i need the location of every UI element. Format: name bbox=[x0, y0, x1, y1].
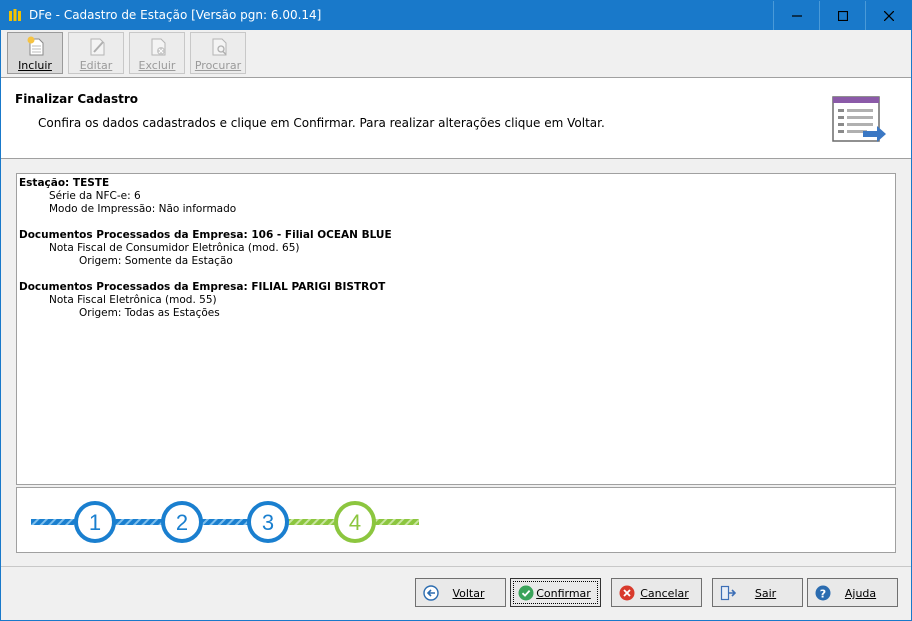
procurar-button[interactable]: Procurar bbox=[190, 32, 246, 74]
confirmar-button[interactable]: Confirmar bbox=[510, 578, 601, 607]
incluir-label: Incluir bbox=[18, 59, 52, 72]
company-2-origin: Origem: Todas as Estações bbox=[79, 307, 220, 319]
registration-summary: Estação: TESTE Série da NFC-e: 6 Modo de… bbox=[16, 173, 896, 485]
incluir-button[interactable]: Incluir bbox=[7, 32, 63, 74]
editar-label: Editar bbox=[79, 59, 113, 72]
step-1-label: 1 bbox=[89, 510, 101, 535]
wizard-steps: 1 2 3 4 bbox=[16, 487, 896, 553]
maximize-button[interactable] bbox=[819, 1, 866, 30]
close-icon bbox=[884, 10, 894, 21]
cancelar-button[interactable]: Cancelar bbox=[611, 578, 702, 607]
wizard-header: Finalizar Cadastro Confira os dados cada… bbox=[1, 78, 911, 159]
station-name: Estação: TESTE bbox=[19, 177, 110, 189]
company-1-document: Nota Fiscal de Consumidor Eletrônica (mo… bbox=[49, 242, 300, 254]
company-2-heading: Documentos Processados da Empresa: FILIA… bbox=[19, 281, 386, 293]
ajuda-label: Ajuda bbox=[844, 587, 877, 600]
ajuda-button[interactable]: ? Ajuda bbox=[807, 578, 898, 607]
company-1-origin: Origem: Somente da Estação bbox=[79, 255, 233, 267]
search-icon bbox=[212, 38, 227, 56]
step-3: 3 bbox=[247, 501, 289, 543]
delete-document-icon bbox=[151, 38, 166, 56]
company-1-heading: Documentos Processados da Empresa: 106 -… bbox=[19, 229, 392, 241]
voltar-label: Voltar bbox=[452, 587, 485, 600]
confirmar-label: Confirmar bbox=[536, 587, 591, 600]
maximize-icon bbox=[838, 10, 848, 21]
footer-divider bbox=[1, 566, 911, 567]
close-button[interactable] bbox=[865, 1, 911, 30]
step-4-label: 4 bbox=[349, 510, 361, 535]
excluir-button[interactable]: Excluir bbox=[129, 32, 185, 74]
voltar-button[interactable]: Voltar bbox=[415, 578, 506, 607]
procurar-label: Procurar bbox=[194, 59, 242, 72]
title-bar[interactable]: DFe - Cadastro de Estação [Versão pgn: 6… bbox=[1, 1, 911, 30]
step-3-label: 3 bbox=[262, 510, 274, 535]
sair-label: Sair bbox=[754, 587, 777, 600]
form-checklist-icon bbox=[832, 96, 886, 142]
step-2: 2 bbox=[161, 501, 203, 543]
minimize-icon bbox=[792, 14, 802, 17]
toolbar: Incluir Editar Excluir Procurar bbox=[1, 30, 911, 78]
step-4: 4 bbox=[334, 501, 376, 543]
page-description: Confira os dados cadastrados e clique em… bbox=[38, 116, 605, 130]
company-2-document: Nota Fiscal Eletrônica (mod. 55) bbox=[49, 294, 217, 306]
step-progress: 1 2 3 4 bbox=[31, 501, 419, 543]
step-2-label: 2 bbox=[176, 510, 188, 535]
print-mode: Modo de Impressão: Não informado bbox=[49, 203, 237, 215]
edit-icon bbox=[90, 38, 105, 56]
editar-button[interactable]: Editar bbox=[68, 32, 124, 74]
app-logo-icon bbox=[9, 9, 21, 21]
step-1: 1 bbox=[74, 501, 116, 543]
app-window: DFe - Cadastro de Estação [Versão pgn: 6… bbox=[0, 0, 912, 621]
excluir-label: Excluir bbox=[138, 59, 176, 72]
cancelar-label: Cancelar bbox=[640, 587, 689, 600]
page-title: Finalizar Cadastro bbox=[15, 92, 138, 106]
new-document-icon bbox=[27, 36, 44, 56]
sair-button[interactable]: Sair bbox=[712, 578, 803, 607]
window-title: DFe - Cadastro de Estação [Versão pgn: 6… bbox=[29, 8, 322, 22]
minimize-button[interactable] bbox=[773, 1, 820, 30]
nfce-serie: Série da NFC-e: 6 bbox=[49, 190, 141, 202]
